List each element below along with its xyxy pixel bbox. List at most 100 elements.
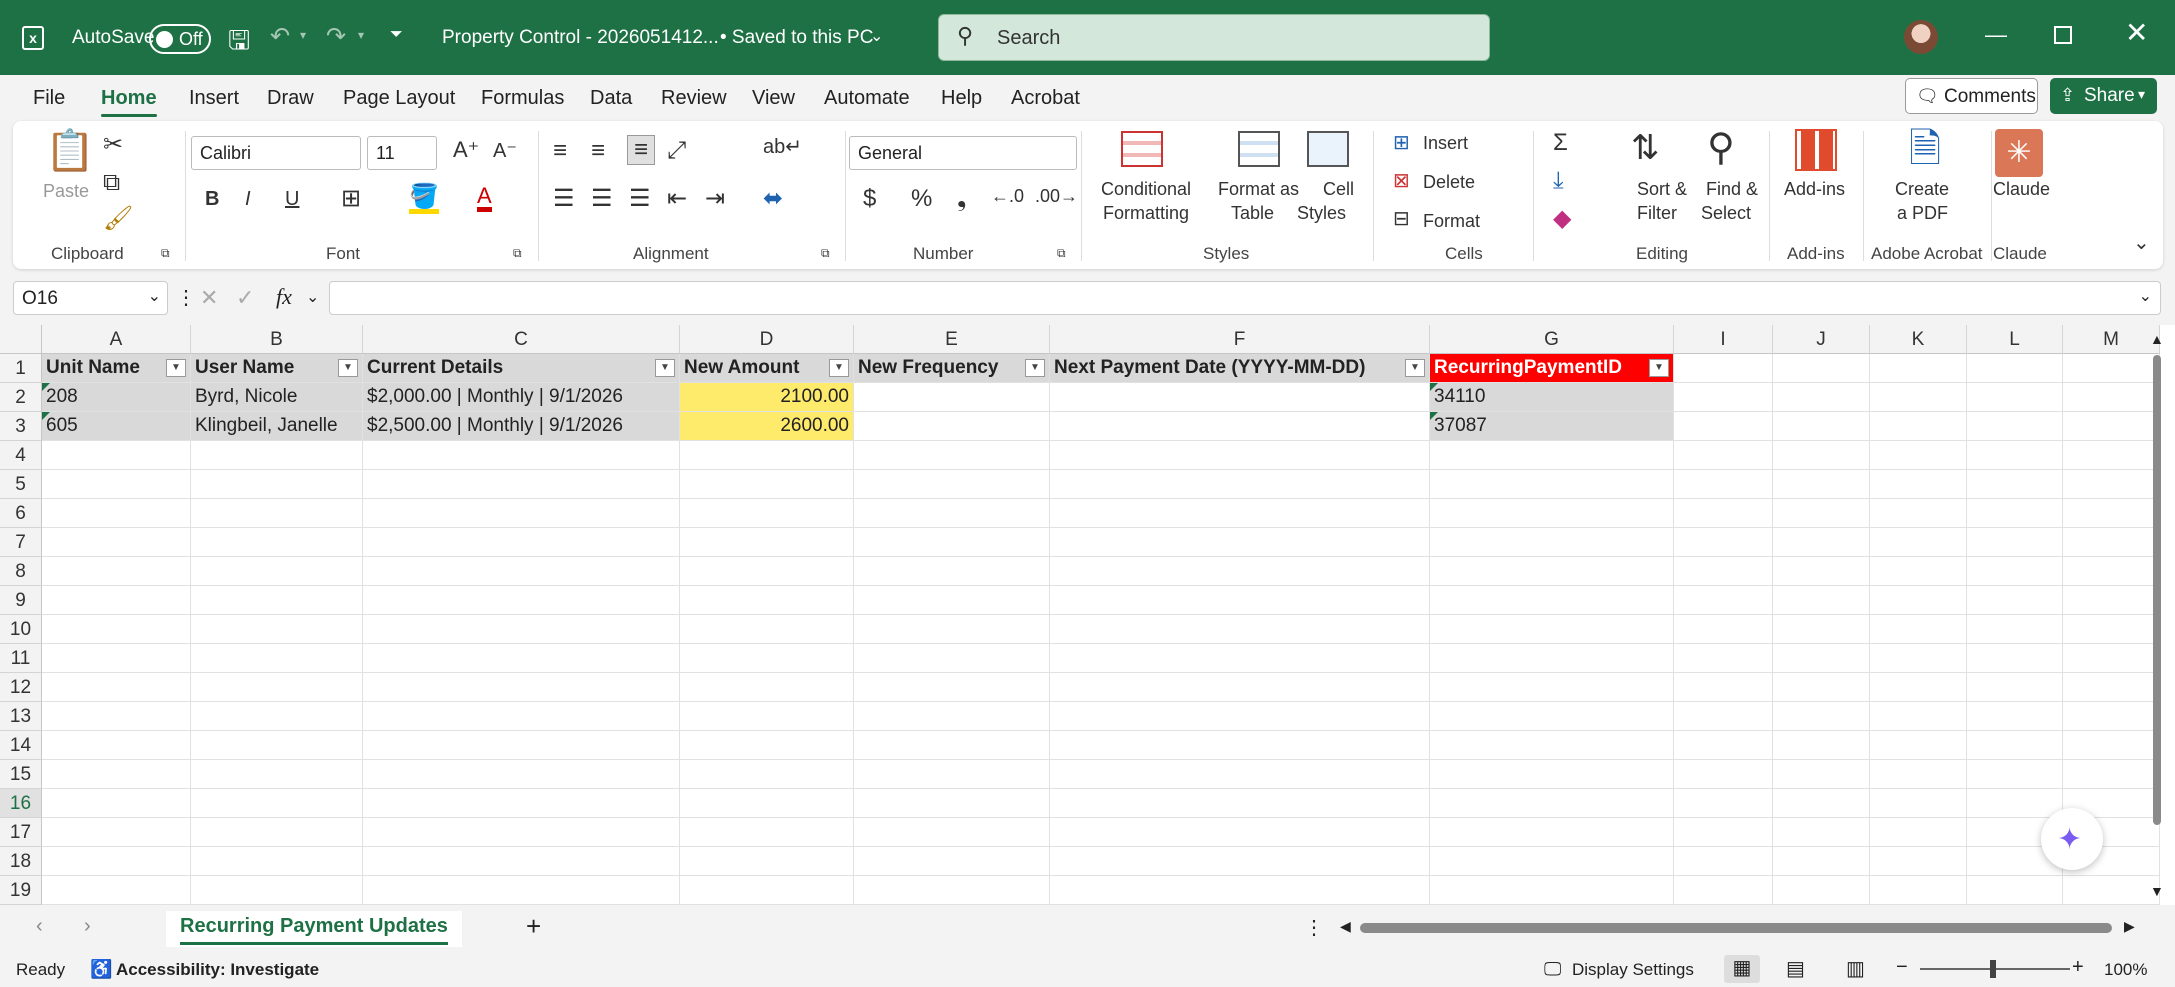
grid-cell[interactable] (42, 586, 191, 615)
align-top-icon[interactable]: ≡ (553, 139, 567, 163)
grid-cell[interactable] (1870, 644, 1967, 673)
filter-dropdown-icon[interactable]: ▼ (1649, 359, 1669, 377)
table-cell[interactable]: 2100.00 (680, 383, 854, 412)
grid-cell[interactable] (680, 702, 854, 731)
fill-color-icon[interactable]: 🪣 (409, 185, 439, 214)
format-as-table-icon[interactable] (1238, 131, 1280, 167)
row-header[interactable]: 4 (0, 441, 42, 470)
grid-cell[interactable] (1674, 876, 1773, 905)
column-header[interactable]: E (854, 325, 1050, 354)
grid-cell[interactable] (363, 441, 680, 470)
grid-cell[interactable] (680, 528, 854, 557)
row-header[interactable]: 14 (0, 731, 42, 760)
table-cell[interactable]: 34110 (1430, 383, 1674, 412)
tab-automate[interactable]: Automate (824, 87, 910, 110)
increase-indent-icon[interactable]: ⇥ (705, 187, 725, 211)
insert-function-icon[interactable]: fx (276, 284, 292, 310)
grid-cell[interactable] (680, 586, 854, 615)
grid-cell[interactable] (1773, 586, 1870, 615)
sort-filter-icon[interactable]: ⇅ (1631, 131, 1660, 165)
grid-cell[interactable] (1773, 615, 1870, 644)
tab-view[interactable]: View (752, 87, 795, 110)
accessibility-icon[interactable]: ♿ (90, 959, 112, 980)
table-cell[interactable] (1050, 412, 1430, 441)
grid-cell[interactable] (2063, 412, 2160, 441)
filter-dropdown-icon[interactable]: ▼ (166, 359, 186, 377)
grid-cell[interactable] (1773, 470, 1870, 499)
grid-cell[interactable] (2063, 470, 2160, 499)
column-header[interactable]: D (680, 325, 854, 354)
autosave-toggle[interactable]: Off (149, 24, 211, 54)
zoom-slider-thumb[interactable] (1990, 960, 1996, 978)
grid-cell[interactable] (1050, 499, 1430, 528)
decrease-decimal-icon[interactable]: .00→ (1035, 187, 1078, 205)
table-cell[interactable] (1050, 383, 1430, 412)
grid-cell[interactable] (1674, 673, 1773, 702)
column-header[interactable]: J (1773, 325, 1870, 354)
row-header[interactable]: 1 (0, 354, 42, 383)
redo-dropdown-icon[interactable]: ▾ (358, 28, 364, 42)
grid-cell[interactable] (1050, 615, 1430, 644)
table-header-cell[interactable]: Current Details ▼ (363, 354, 680, 383)
grid-cell[interactable] (1674, 441, 1773, 470)
grid-cell[interactable] (191, 586, 363, 615)
column-header[interactable]: K (1870, 325, 1967, 354)
grid-cell[interactable] (191, 615, 363, 644)
grid-cell[interactable] (191, 673, 363, 702)
grid-cell[interactable] (1773, 499, 1870, 528)
table-header-cell[interactable]: Unit Name ▼ (42, 354, 191, 383)
format-painter-icon[interactable]: 🖌 (103, 207, 133, 231)
grid-cell[interactable] (42, 760, 191, 789)
decrease-font-icon[interactable]: A⁻ (493, 141, 517, 161)
normal-view-icon[interactable]: ▦ (1724, 955, 1760, 983)
scroll-up-icon[interactable]: ▲ (2150, 331, 2164, 347)
grid-cell[interactable] (1870, 528, 1967, 557)
sort-filter-label[interactable]: Sort & (1637, 179, 1687, 200)
format-cells-icon[interactable]: ⊟ (1393, 209, 1410, 229)
collapse-ribbon-icon[interactable]: ⌄ (2133, 233, 2150, 253)
grid-cell[interactable] (1773, 383, 1870, 412)
grid-cell[interactable] (1430, 818, 1674, 847)
delete-cells-icon[interactable]: ⊠ (1393, 171, 1410, 191)
claude-label[interactable]: Claude (1993, 179, 2050, 200)
vertical-scrollbar[interactable]: ▲ ▼ (2148, 331, 2166, 905)
row-header[interactable]: 7 (0, 528, 42, 557)
find-select-icon[interactable]: ⚲ (1707, 129, 1735, 167)
grid-cell[interactable] (1967, 876, 2063, 905)
grid-cell[interactable] (1050, 760, 1430, 789)
grid-cell[interactable] (1967, 615, 2063, 644)
table-cell[interactable]: 208 (42, 383, 191, 412)
grid-cell[interactable] (191, 789, 363, 818)
scroll-right-icon[interactable]: ▶ (2124, 918, 2135, 935)
accessibility-status[interactable]: Accessibility: Investigate (116, 960, 319, 980)
zoom-level[interactable]: 100% (2104, 960, 2147, 980)
grid-cell[interactable] (191, 760, 363, 789)
document-title[interactable]: Property Control - 2026051412... (442, 27, 719, 49)
table-cell[interactable]: 37087 (1430, 412, 1674, 441)
column-header[interactable]: F (1050, 325, 1430, 354)
grid-cell[interactable] (1773, 354, 1870, 383)
close-icon[interactable]: ✕ (2125, 16, 2148, 49)
sheet-tab-recurring-payment-updates[interactable]: Recurring Payment Updates (166, 911, 462, 947)
grid-cell[interactable] (1050, 586, 1430, 615)
grid-cell[interactable] (854, 528, 1050, 557)
grid-cell[interactable] (1870, 441, 1967, 470)
conditional-formatting-label[interactable]: Conditional (1096, 179, 1196, 200)
grid-cell[interactable] (2063, 673, 2160, 702)
grid-cell[interactable] (42, 673, 191, 702)
grid-cell[interactable] (42, 470, 191, 499)
cell-styles-label-2[interactable]: Styles (1297, 203, 1346, 224)
autosum-icon[interactable]: Σ (1553, 131, 1568, 155)
grid-cell[interactable] (1773, 673, 1870, 702)
vertical-scroll-thumb[interactable] (2153, 355, 2161, 825)
chevron-down-icon[interactable]: ⌄ (306, 287, 319, 307)
grid-cell[interactable] (1967, 412, 2063, 441)
align-center-icon[interactable]: ☰ (591, 187, 613, 211)
grid-cell[interactable] (854, 876, 1050, 905)
grid-cell[interactable] (191, 499, 363, 528)
copy-icon[interactable]: ⧉ (103, 171, 120, 195)
grid-cell[interactable] (1430, 557, 1674, 586)
horizontal-scroll-thumb[interactable] (1360, 923, 2112, 933)
dialog-launcher-icon[interactable]: ⧉ (513, 247, 522, 259)
share-button[interactable]: ⇪ Share ▾ (2050, 78, 2157, 114)
